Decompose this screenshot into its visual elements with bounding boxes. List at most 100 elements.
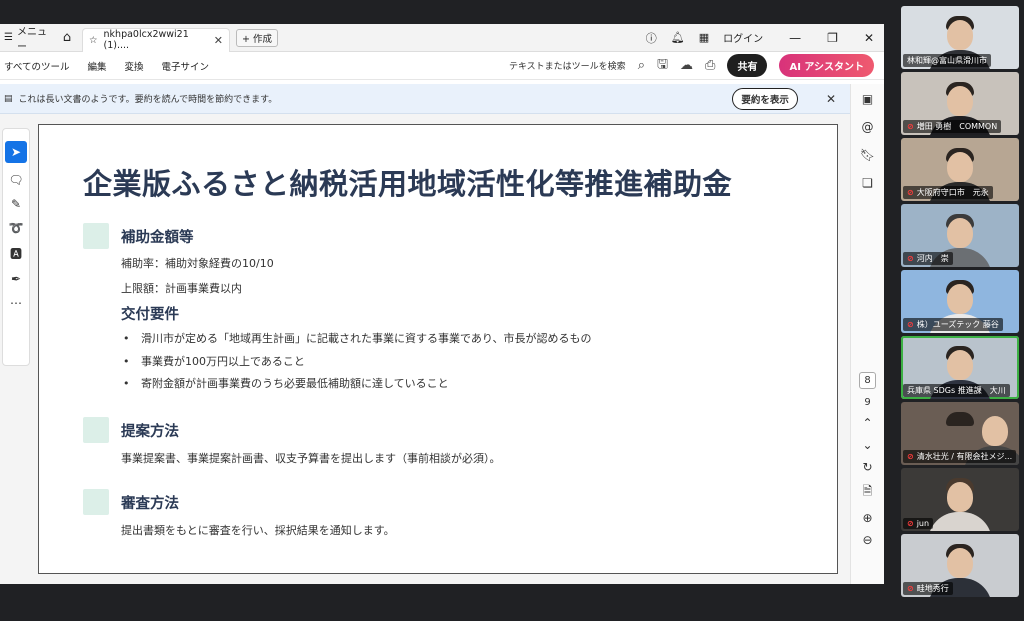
title-bar: ☰ メニュー ⌂ ☆ nkhpa0lcx2wwi21 (1).... ✕ + 作… [0, 24, 884, 53]
list-item: 事業費が100万円以上であること [123, 353, 591, 376]
highlight-pen-icon[interactable]: ✎ [11, 197, 21, 211]
participant-name: 林和輝@富山県滑川市 [903, 54, 991, 67]
save-icon[interactable]: 🖫 [657, 55, 668, 77]
section-heading-amount: 補助金額等 [121, 230, 194, 246]
participant-tile[interactable]: ⊘ 畦地秀行 [901, 534, 1019, 597]
acrobat-window: ☰ メニュー ⌂ ☆ nkhpa0lcx2wwi21 (1).... ✕ + 作… [0, 24, 884, 584]
pages-icon[interactable]: ❏ [862, 176, 873, 190]
limit-text: 上限額：計画事業費以内 [121, 282, 242, 295]
participant-tile[interactable]: 林和輝@富山県滑川市 [901, 6, 1019, 69]
close-infobar-icon[interactable]: ✕ [826, 92, 836, 106]
zoom-out-icon[interactable]: ⊖ [862, 533, 872, 547]
restore-icon[interactable]: ❐ [827, 31, 838, 45]
toolbar-item-convert[interactable]: 変換 [124, 59, 143, 73]
requirements-list: 滑川市が定める「地域再生計画」に記載された事業に資する事業であり、市長が認めるも… [123, 330, 591, 398]
mic-muted-icon: ⊘ [907, 254, 914, 263]
screen: ☰ メニュー ⌂ ☆ nkhpa0lcx2wwi21 (1).... ✕ + 作… [0, 0, 1024, 621]
mic-muted-icon: ⊘ [907, 584, 914, 593]
save-page-icon[interactable]: 🗎 [863, 482, 873, 503]
ai-assistant-button[interactable]: AI アシスタント [779, 54, 874, 77]
upload-cloud-icon[interactable]: ☁ [680, 58, 693, 73]
new-tab-label: 作成 [252, 33, 272, 45]
section-heading-review: 審査方法 [121, 496, 179, 512]
section-heading-proposal: 提案方法 [121, 424, 179, 440]
hamburger-icon: ☰ [4, 32, 13, 43]
review-text: 提出書類をもとに審査を行い、採択結果を通知します。 [121, 524, 395, 537]
comment-icon[interactable]: 🗨︎ [8, 173, 23, 187]
participant-name: ⊘ 株）ユーズテック 藤谷 [903, 318, 1003, 331]
participant-name: ⊘ 増田 勇樹 COMMON [903, 120, 1002, 133]
current-page-indicator[interactable]: 8 [859, 372, 876, 389]
section-marker [83, 223, 109, 249]
mic-muted-icon: ⊘ [907, 519, 914, 528]
comments-icon[interactable]: @ [861, 120, 873, 134]
list-item: 滑川市が定める「地域再生計画」に記載された事業に資する事業であり、市長が認めるも… [123, 330, 591, 353]
home-icon[interactable]: ⌂ [52, 30, 82, 45]
refresh-icon[interactable]: ↻ [862, 460, 872, 474]
participant-tile[interactable]: ⊘ 清水壮光 / 有限会社メジ... [901, 402, 1019, 465]
chevron-down-icon[interactable]: ⌄ [862, 438, 872, 452]
star-icon[interactable]: ☆ [89, 35, 98, 46]
pdf-page[interactable]: 企業版ふるさと納税活用地域活性化等推進補助金 補助金額等 補助率：補助対象経費の… [38, 124, 838, 574]
section-marker [83, 417, 109, 443]
document-info-icon: ▤ [4, 93, 13, 104]
participant-tile[interactable]: ⊘ 増田 勇樹 COMMON [901, 72, 1019, 135]
mic-muted-icon: ⊘ [907, 188, 914, 197]
zoom-in-icon[interactable]: ⊕ [862, 511, 872, 525]
summary-infobar: ▤ これは長い文書のようです。要約を読んで時間を節約できます。 要約を表示 ✕ [0, 84, 850, 114]
close-tab-icon[interactable]: ✕ [214, 34, 223, 47]
document-canvas[interactable]: 企業版ふるさと納税活用地域活性化等推進補助金 補助金額等 補助率：補助対象経費の… [0, 114, 850, 584]
mic-muted-icon: ⊘ [907, 452, 914, 461]
main-toolbar: すべてのツール 編集 変換 電子サイン テキストまたはツールを検索 ⌕ 🖫 ☁ … [0, 52, 884, 80]
help-icon[interactable]: ⓘ [646, 30, 657, 46]
participant-tile[interactable]: ⊘ jun [901, 468, 1019, 531]
participant-name: ⊘ jun [903, 518, 934, 529]
page-title: 企業版ふるさと納税活用地域活性化等推進補助金 [83, 167, 733, 201]
bookmarks-icon[interactable]: 🔖︎ [860, 148, 875, 162]
infobar-message: これは長い文書のようです。要約を読んで時間を節約できます。 [18, 95, 278, 105]
toolbar-item-all-tools[interactable]: すべてのツール [4, 59, 69, 73]
chevron-up-icon[interactable]: ⌃ [862, 416, 872, 430]
close-window-icon[interactable]: ✕ [864, 31, 874, 45]
mic-muted-icon: ⊘ [907, 122, 914, 131]
bell-icon[interactable]: 🔔︎ [671, 31, 685, 44]
document-tab[interactable]: ☆ nkhpa0lcx2wwi21 (1).... ✕ [82, 27, 230, 52]
new-tab-button[interactable]: + 作成 [236, 28, 278, 47]
more-tools-icon[interactable]: ⋯ [10, 296, 22, 310]
participant-tile[interactable]: ⊘ 株）ユーズテック 藤谷 [901, 270, 1019, 333]
menu-button[interactable]: ☰ メニュー [0, 24, 52, 53]
share-button[interactable]: 共有 [727, 54, 768, 77]
ai-summary-icon[interactable]: ▣ [862, 92, 873, 106]
apps-grid-icon[interactable]: ▦ [699, 31, 709, 44]
print-icon[interactable]: ⎙ [705, 58, 715, 73]
text-box-icon[interactable]: 🅰︎ [10, 245, 22, 262]
participant-tile[interactable]: ⊘ 大阪府守口市 元永 [901, 138, 1019, 201]
proposal-text: 事業提案書、事業提案計画書、収支予算書を提出します（事前相談が必須）。 [121, 452, 501, 465]
participant-name: ⊘ 畦地秀行 [903, 582, 953, 595]
left-tool-panel: ➤ 🗨︎ ✎ ➰ 🅰︎ ✒ ⋯ [2, 128, 30, 366]
next-page-number: 9 [864, 397, 871, 408]
draw-lasso-icon[interactable]: ➰ [9, 221, 24, 235]
participant-name: ⊘ 清水壮光 / 有限会社メジ... [903, 450, 1017, 463]
menu-label: メニュー [16, 26, 47, 53]
participant-name: ⊘ 大阪府守口市 元永 [903, 186, 993, 199]
list-item: 寄附金額が計画事業費のうち必要最低補助額に達していること [123, 375, 591, 398]
mic-muted-icon: ⊘ [907, 320, 914, 329]
section-heading-requirements: 交付要件 [121, 307, 179, 323]
right-rail: ▣ @ 🔖︎ ❏ 8 9 ⌃ ⌄ ↻ 🗎 ⊕ ⊖ [850, 84, 884, 584]
participant-tile[interactable]: ⊘ 河内 崇 [901, 204, 1019, 267]
toolbar-item-esign[interactable]: 電子サイン [162, 59, 210, 73]
participant-name: ⊘ 河内 崇 [903, 252, 953, 265]
login-button[interactable]: ログイン [723, 30, 763, 45]
search-icon[interactable]: ⌕ [638, 58, 645, 73]
minimize-icon[interactable]: — [789, 31, 801, 45]
show-summary-button[interactable]: 要約を表示 [732, 87, 798, 110]
select-cursor-icon[interactable]: ➤ [5, 141, 27, 163]
search-field[interactable]: テキストまたはツールを検索 [509, 59, 626, 72]
section-marker [83, 489, 109, 515]
toolbar-item-edit[interactable]: 編集 [87, 59, 106, 73]
sign-icon[interactable]: ✒ [11, 272, 21, 286]
participant-tile-active-speaker[interactable]: 兵庫県 SDGs 推進課 大川 [901, 336, 1019, 399]
subsidy-rate-text: 補助率：補助対象経費の10/10 [121, 257, 274, 270]
participant-name: 兵庫県 SDGs 推進課 大川 [903, 384, 1010, 397]
